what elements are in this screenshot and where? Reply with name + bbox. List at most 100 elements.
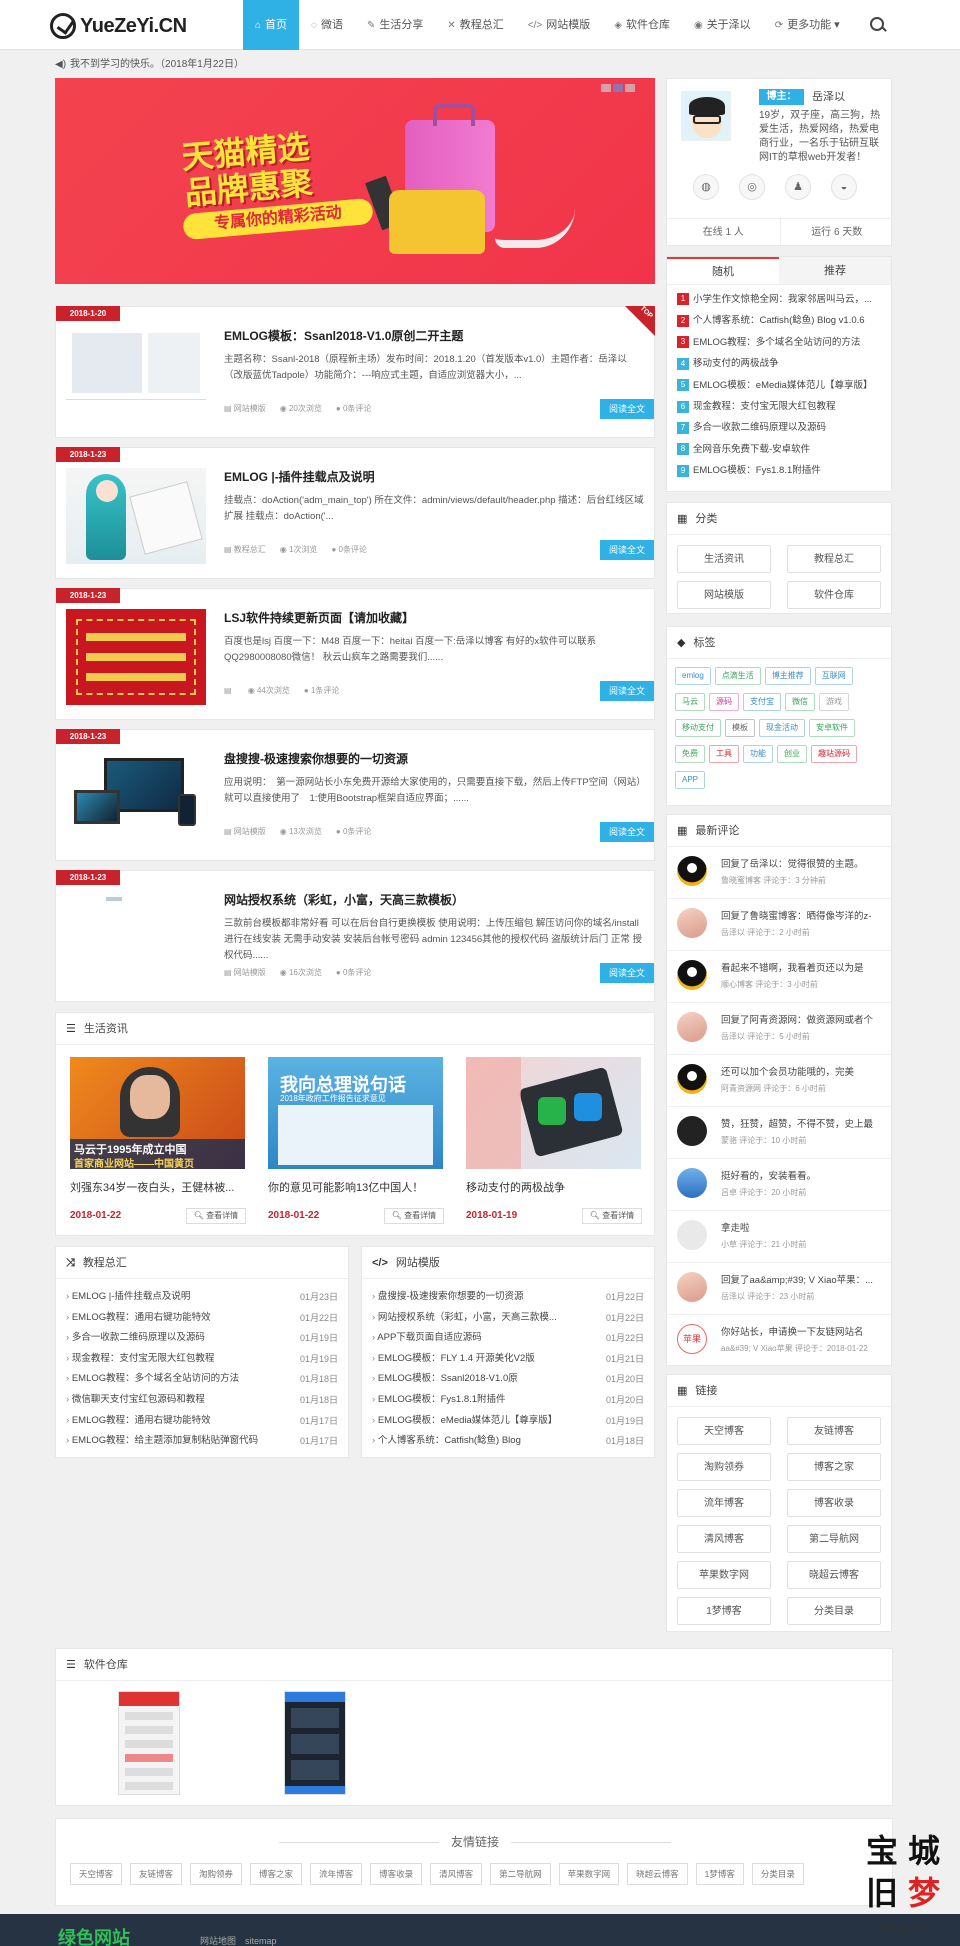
blogroll-link[interactable]: 苹果数字网 — [677, 1561, 771, 1589]
blogroll-link[interactable]: 博客之家 — [787, 1453, 881, 1481]
tab-recommend[interactable]: 推荐 — [779, 257, 891, 284]
template-item[interactable]: EMLOG模板：FLY 1.4 开源美化V2版 01月21日 — [362, 1349, 654, 1370]
search-icon[interactable] — [868, 15, 888, 35]
tag-link[interactable]: 模板 — [725, 719, 755, 737]
comment-item[interactable]: 回复了鲁晓蜜博客：晒得像岑洋的z- 岳泽以 评论于：2 小时前 — [667, 899, 891, 951]
tag-link[interactable]: emlog — [675, 667, 711, 685]
comment-item[interactable]: 拿走啦 小草 评论于：21 小时前 — [667, 1211, 891, 1263]
tag-link[interactable]: 免费 — [675, 745, 705, 763]
template-item[interactable]: 个人博客系统：Catfish(鲶鱼) Blog 01月18日 — [362, 1431, 654, 1452]
tab-random[interactable]: 随机 — [667, 257, 779, 284]
blogroll-link[interactable]: 分类目录 — [787, 1597, 881, 1625]
post-title[interactable]: LSJ软件持续更新页面【请加收藏】 — [224, 609, 414, 626]
blogroll-link[interactable]: 晓超云博客 — [787, 1561, 881, 1589]
read-more-button[interactable]: 阅读全文 — [600, 399, 654, 419]
life-title[interactable]: 移动支付的两极战争 — [466, 1179, 641, 1195]
comment-item[interactable]: 苹果 你好站长，申请换一下友链网站名 aa&#39; V Xiao苹果 评论于：20… — [667, 1315, 891, 1367]
read-more-button[interactable]: 阅读全文 — [600, 822, 654, 842]
site-logo[interactable]: YueZeYi.CN — [50, 12, 187, 40]
tag-link[interactable]: 游戏 — [819, 693, 849, 711]
tag-link[interactable]: 点滴生活 — [714, 667, 761, 685]
tag-link[interactable]: 安卓软件 — [809, 719, 855, 737]
tutorial-item[interactable]: EMLOG教程：通用右键功能特效 01月17日 — [56, 1411, 348, 1432]
read-more-button[interactable]: 阅读全文 — [600, 540, 654, 560]
comment-item[interactable]: 回复了阿青资源网：做资源网或者个 岳泽以 评论于：5 小时前 — [667, 1003, 891, 1055]
life-thumbnail[interactable]: 马云于1995年成立中国 首家商业网站——中国黄页 — [70, 1057, 245, 1169]
category-link[interactable]: 软件仓库 — [787, 581, 881, 609]
wechat-icon[interactable]: ◎ — [739, 174, 765, 200]
comment-item[interactable]: 赞，狂赞，超赞，不得不赞，史上最 蒙骆 评论于：10 小时前 — [667, 1107, 891, 1159]
banner-carousel[interactable]: 天猫精选 品牌惠聚 专属你的精彩活动 — [55, 78, 655, 284]
life-card[interactable]: 移动支付的两极战争 2018-01-19 🔍︎ 查看详情 — [466, 1057, 642, 1224]
tag-link[interactable]: 博主推荐 — [764, 667, 811, 685]
blogroll-link[interactable]: 清风博客 — [677, 1525, 771, 1553]
view-detail-button[interactable]: 🔍︎ 查看详情 — [582, 1208, 642, 1224]
tag-link[interactable]: 现金活动 — [759, 719, 805, 737]
nav-item[interactable]: ✕ 教程总汇 — [435, 0, 515, 50]
category-link[interactable]: 网站模版 — [677, 581, 771, 609]
friend-link[interactable]: 清风博客 — [430, 1863, 483, 1885]
nav-item[interactable]: ⌂ 首页 — [243, 0, 300, 50]
random-post-item[interactable]: 3 EMLOG教程：多个域名全站访问的方法 — [677, 336, 860, 349]
post-title[interactable]: 网站授权系统（彩虹，小富，天高三款模板） — [224, 891, 464, 908]
nav-item[interactable]: ✎ 生活分享 — [355, 0, 435, 50]
random-post-item[interactable]: 1 小学生作文惊艳全网：我家邻居叫马云，... — [677, 293, 872, 306]
template-item[interactable]: EMLOG模板：Ssanl2018-V1.0原 01月20日 — [362, 1369, 654, 1390]
blogroll-link[interactable]: 博客收录 — [787, 1489, 881, 1517]
template-item[interactable]: 网站授权系统（彩虹，小富，天高三款模... 01月22日 — [362, 1308, 654, 1329]
avatar[interactable] — [681, 91, 731, 141]
tag-link[interactable]: 功能 — [743, 745, 773, 763]
tutorial-item[interactable]: 现金教程：支付宝无限大红包教程 01月19日 — [56, 1349, 348, 1370]
life-title[interactable]: 你的意见可能影响13亿中国人！ — [268, 1179, 443, 1195]
friend-link[interactable]: 1梦博客 — [695, 1863, 744, 1885]
tag-link[interactable]: 移动支付 — [675, 719, 721, 737]
qq-icon[interactable]: ♟ — [785, 174, 811, 200]
friend-link[interactable]: 第二导航网 — [490, 1863, 551, 1885]
random-post-item[interactable]: 6 现金教程：支付宝无限大红包教程 — [677, 400, 836, 413]
weibo-icon[interactable]: ◍ — [693, 174, 719, 200]
tag-link[interactable]: 趣站源码 — [811, 745, 857, 763]
tutorial-item[interactable]: EMLOG |-插件挂载点及说明 01月23日 — [56, 1287, 348, 1308]
tag-link[interactable]: APP — [675, 771, 706, 789]
footer-sitemap-link[interactable]: 网站地图 sitemap — [200, 1934, 277, 1946]
random-post-item[interactable]: 9 EMLOG模板：Fys1.8.1附插件 — [677, 464, 821, 477]
friend-link[interactable]: 天空博客 — [70, 1863, 123, 1885]
category-link[interactable]: 生活资讯 — [677, 545, 771, 573]
blogroll-link[interactable]: 淘购领券 — [677, 1453, 771, 1481]
nav-item[interactable]: </> 网站模版 — [516, 0, 602, 50]
post-title[interactable]: 盘搜搜-极速搜索你想要的一切资源 — [224, 750, 408, 767]
view-detail-button[interactable]: 🔍︎ 查看详情 — [384, 1208, 444, 1224]
friend-link[interactable]: 分类目录 — [751, 1863, 804, 1885]
blogroll-link[interactable]: 友链博客 — [787, 1417, 881, 1445]
software-app-thumbnail[interactable] — [118, 1691, 180, 1795]
random-post-item[interactable]: 4 移动支付的两极战争 — [677, 357, 779, 370]
comment-item[interactable]: 回复了岳泽以：觉得很赞的主题。 鲁晓蜜博客 评论于：3 分钟前 — [667, 847, 891, 899]
tutorial-item[interactable]: EMLOG教程：通用右键功能特效 01月22日 — [56, 1308, 348, 1329]
post-category[interactable]: ▤ 教程总汇 — [224, 545, 266, 554]
friend-link[interactable]: 苹果数字网 — [558, 1863, 620, 1885]
life-card[interactable]: 我向总理说句话 2018年政府工作报告征求意见 你的意见可能影响13亿中国人！ 201… — [268, 1057, 444, 1224]
friend-link[interactable]: 博客之家 — [250, 1863, 303, 1885]
life-thumbnail[interactable] — [466, 1057, 641, 1169]
tag-link[interactable]: 互联网 — [814, 667, 853, 685]
post-title[interactable]: EMLOG模板：Ssanl2018-V1.0原创二开主题 — [224, 327, 463, 344]
software-app-thumbnail[interactable] — [284, 1691, 346, 1795]
post-thumbnail[interactable] — [66, 891, 206, 987]
blogroll-link[interactable]: 流年博客 — [677, 1489, 771, 1517]
read-more-button[interactable]: 阅读全文 — [600, 681, 654, 701]
life-title[interactable]: 刘强东34岁一夜白头，王健林被... — [70, 1179, 245, 1195]
post-title[interactable]: EMLOG |-插件挂载点及说明 — [224, 468, 375, 485]
carousel-dot[interactable] — [601, 84, 611, 92]
friend-link[interactable]: 晓超云博客 — [627, 1863, 688, 1885]
life-card[interactable]: 马云于1995年成立中国 首家商业网站——中国黄页刘强东34岁一夜白头，王健林被.… — [70, 1057, 246, 1224]
comment-item[interactable]: 挺好看的，安装看看。 吕卓 评论于：20 小时前 — [667, 1159, 891, 1211]
random-post-item[interactable]: 5 EMLOG模板：eMedia媒体范儿【尊享版】 — [677, 379, 872, 392]
blogroll-link[interactable]: 第二导航网 — [787, 1525, 881, 1553]
footer-logo[interactable]: 绿色网站 — [58, 1924, 130, 1946]
post-thumbnail[interactable] — [66, 327, 206, 423]
friend-link[interactable]: 流年博客 — [310, 1863, 363, 1885]
friend-link[interactable]: 博客收录 — [370, 1863, 423, 1885]
nav-item[interactable]: ◉ 关于泽以 — [682, 0, 763, 50]
template-item[interactable]: APP下载页面自适应源码 01月22日 — [362, 1328, 654, 1349]
friend-link[interactable]: 淘购领券 — [190, 1863, 243, 1885]
